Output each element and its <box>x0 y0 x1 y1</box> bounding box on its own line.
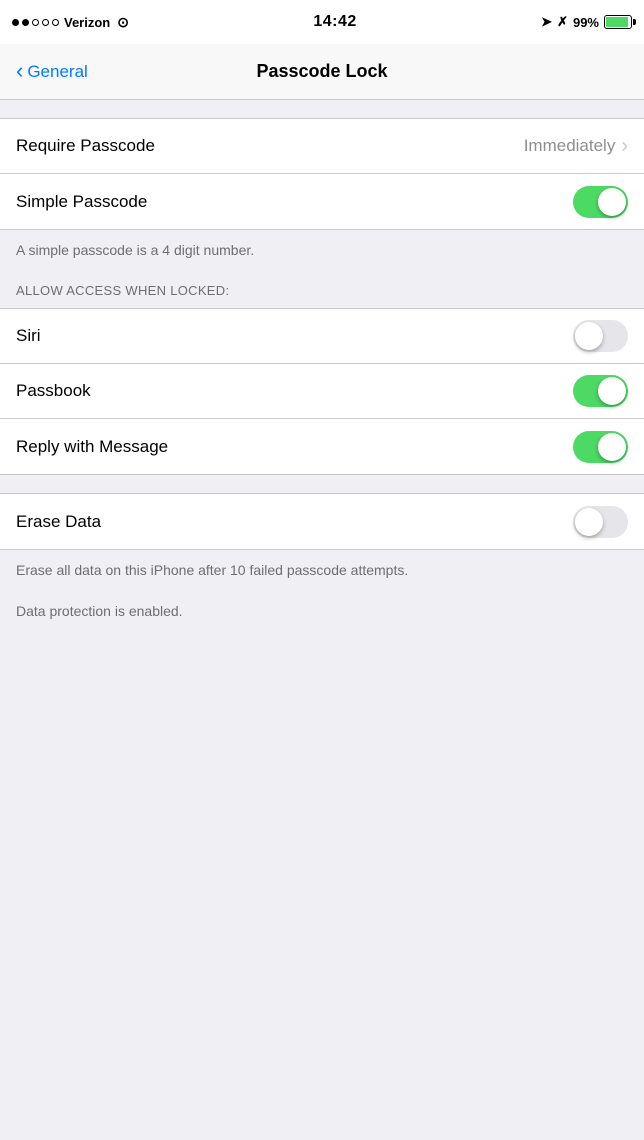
battery-fill <box>606 17 628 27</box>
erase-data-label: Erase Data <box>16 512 101 532</box>
passbook-label: Passbook <box>16 381 91 401</box>
simple-passcode-toggle-knob <box>598 188 626 216</box>
siri-row[interactable]: Siri <box>0 309 644 364</box>
signal-dots <box>12 19 59 26</box>
allow-access-group: Siri Passbook Reply with Message <box>0 308 644 475</box>
bluetooth-icon: ✗ <box>557 14 568 30</box>
erase-data-footer-text-1: Erase all data on this iPhone after 10 f… <box>16 560 628 581</box>
erase-data-toggle[interactable] <box>573 506 628 538</box>
wifi-icon: ⊙ <box>117 14 129 31</box>
status-bar: Verizon ⊙ 14:42 ➤ ✗ 99% <box>0 0 644 44</box>
battery-icon <box>604 15 632 29</box>
passbook-toggle-knob <box>598 377 626 405</box>
simple-passcode-description: A simple passcode is a 4 digit number. <box>0 230 644 272</box>
reply-with-message-toggle-knob <box>598 433 626 461</box>
back-label: General <box>27 62 87 82</box>
top-spacer <box>0 100 644 118</box>
back-button[interactable]: ‹ General <box>16 62 88 82</box>
battery-container <box>604 15 632 29</box>
reply-with-message-toggle[interactable] <box>573 431 628 463</box>
bottom-spacer <box>0 636 644 656</box>
passbook-toggle[interactable] <box>573 375 628 407</box>
require-passcode-label: Require Passcode <box>16 136 155 156</box>
allow-access-header-block: ALLOW ACCESS WHEN LOCKED: <box>0 272 644 308</box>
reply-with-message-row[interactable]: Reply with Message <box>0 419 644 474</box>
require-passcode-value-container: Immediately › <box>524 135 628 158</box>
reply-with-message-label: Reply with Message <box>16 437 168 457</box>
signal-dot-5 <box>52 19 59 26</box>
require-passcode-chevron-icon: › <box>621 135 628 158</box>
status-right: ➤ ✗ 99% <box>541 14 632 30</box>
nav-bar: ‹ General Passcode Lock <box>0 44 644 100</box>
passcode-group: Require Passcode Immediately › Simple Pa… <box>0 118 644 230</box>
back-chevron-icon: ‹ <box>16 60 23 82</box>
require-passcode-row[interactable]: Require Passcode Immediately › <box>0 119 644 174</box>
signal-dot-2 <box>22 19 29 26</box>
erase-data-footer: Erase all data on this iPhone after 10 f… <box>0 550 644 636</box>
location-icon: ➤ <box>541 14 552 30</box>
erase-data-footer-text-2: Data protection is enabled. <box>16 601 628 622</box>
siri-toggle[interactable] <box>573 320 628 352</box>
signal-dot-1 <box>12 19 19 26</box>
passbook-row[interactable]: Passbook <box>0 364 644 419</box>
nav-title: Passcode Lock <box>256 61 387 82</box>
erase-data-group: Erase Data <box>0 493 644 550</box>
simple-passcode-row[interactable]: Simple Passcode <box>0 174 644 229</box>
carrier-label: Verizon <box>64 15 110 30</box>
battery-percent: 99% <box>573 15 599 30</box>
siri-toggle-knob <box>575 322 603 350</box>
allow-access-header-text: ALLOW ACCESS WHEN LOCKED: <box>16 283 229 298</box>
erase-data-toggle-knob <box>575 508 603 536</box>
siri-label: Siri <box>16 326 41 346</box>
signal-dot-4 <box>42 19 49 26</box>
mid-spacer <box>0 475 644 493</box>
simple-passcode-description-text: A simple passcode is a 4 digit number. <box>16 242 254 258</box>
require-passcode-value: Immediately <box>524 136 616 156</box>
simple-passcode-toggle[interactable] <box>573 186 628 218</box>
status-left: Verizon ⊙ <box>12 14 129 31</box>
signal-dot-3 <box>32 19 39 26</box>
status-time: 14:42 <box>313 13 356 31</box>
simple-passcode-label: Simple Passcode <box>16 192 147 212</box>
erase-data-row[interactable]: Erase Data <box>0 494 644 549</box>
